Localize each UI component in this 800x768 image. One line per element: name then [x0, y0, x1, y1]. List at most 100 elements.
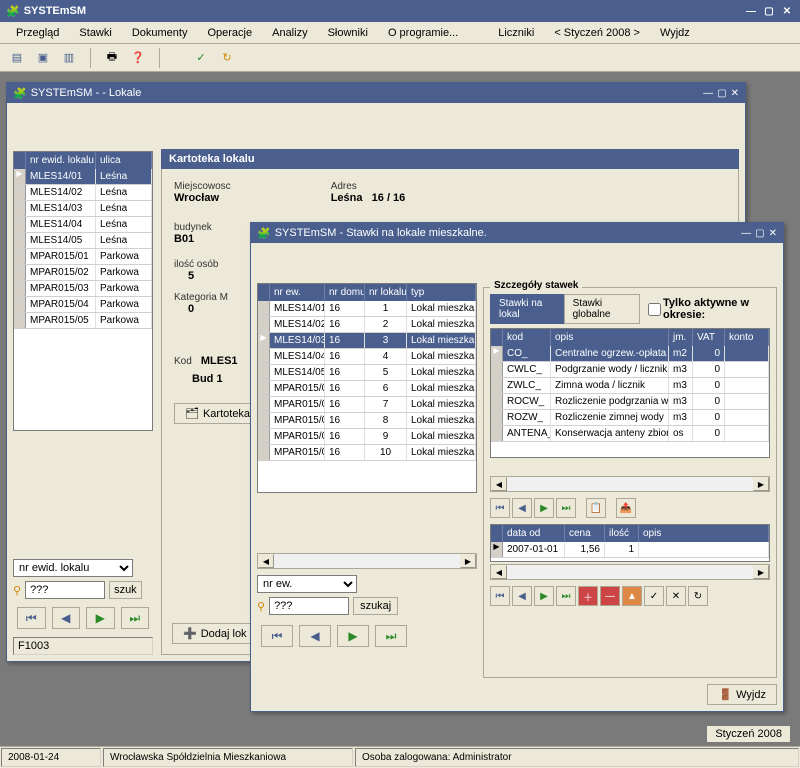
search-input-2[interactable] [269, 597, 349, 615]
table-row[interactable]: MPAR015/05Parkowa [14, 313, 152, 329]
stawki-lokale-grid[interactable]: nr ew. nr domu nr lokalu typ MLES14/0116… [257, 283, 477, 493]
export-icon[interactable]: 📤 [616, 498, 636, 518]
col-opis[interactable]: opis [551, 329, 669, 346]
add-icon[interactable]: ＋ [578, 586, 598, 606]
table-row[interactable]: MLES14/02162Lokal mieszkaniow [258, 317, 476, 333]
nav-last-icon[interactable]: ⏭ [556, 498, 576, 518]
scroll-right-icon[interactable]: ▶ [753, 477, 769, 491]
nav-prev-icon[interactable]: ◀ [299, 625, 331, 647]
table-row[interactable]: MPAR015/03Parkowa [14, 281, 152, 297]
table-row[interactable]: MPAR015/04Parkowa [14, 297, 152, 313]
table-row[interactable]: MLES14/05Leśna [14, 233, 152, 249]
h-scrollbar[interactable]: ◀ ▶ [257, 553, 477, 569]
toolbar-btn-3[interactable]: ▥ [60, 49, 78, 67]
h-scrollbar-2[interactable]: ◀▶ [490, 476, 770, 492]
table-row[interactable]: ROCW_Rozliczenie podgrzania wm30 [491, 394, 769, 410]
tab-stawki-globalne[interactable]: Stawki globalne [564, 294, 640, 324]
stawki-details-grid[interactable]: kod opis jm. VAT konto ▶CO_Centralne ogr… [490, 328, 770, 458]
table-row[interactable]: ANTENA_Konserwacja anteny zbioros0 [491, 426, 769, 442]
nav-first-icon[interactable]: ⏮ [261, 625, 293, 647]
delete-icon[interactable]: — [600, 586, 620, 606]
table-row[interactable]: MPAR015/01Parkowa [14, 249, 152, 265]
col-cena[interactable]: cena [565, 525, 605, 542]
scroll-left-icon[interactable]: ◀ [258, 554, 274, 568]
table-row[interactable]: MLES14/05165Lokal mieszkaniow [258, 365, 476, 381]
table-row[interactable]: ▶MLES14/01Leśna [14, 169, 152, 185]
table-row[interactable]: MLES14/01161Lokal mieszkaniow [258, 301, 476, 317]
nav-prev-icon[interactable]: ◀ [512, 498, 532, 518]
exit-button[interactable]: 🚪 Wyjdz [707, 684, 777, 705]
help-icon[interactable]: ❓ [129, 49, 147, 67]
maximize-icon[interactable]: ▢ [717, 88, 726, 99]
nav-next-icon[interactable]: ▶ [534, 498, 554, 518]
nav-next-icon[interactable]: ▶ [337, 625, 369, 647]
close-icon[interactable]: ✕ [780, 4, 794, 18]
minimize-icon[interactable]: — [744, 4, 758, 18]
table-row[interactable]: MLES14/04164Lokal mieszkaniow [258, 349, 476, 365]
table-row[interactable]: MLES14/04Leśna [14, 217, 152, 233]
nav-prev-icon[interactable]: ◀ [512, 586, 532, 606]
sub-grid[interactable]: data od cena ilość opis ▶2007-01-011,561 [490, 524, 770, 562]
tab-stawki-lokal[interactable]: Stawki na lokal [490, 294, 564, 324]
table-row[interactable]: MPAR015/0166Lokal mieszkaniow [258, 381, 476, 397]
menu-wyjdz[interactable]: Wyjdz [650, 25, 700, 41]
toolbar-btn-2[interactable]: ▣ [34, 49, 52, 67]
table-row[interactable]: MLES14/02Leśna [14, 185, 152, 201]
menu-analizy[interactable]: Analizy [262, 25, 317, 41]
filter-select[interactable]: nr ewid. lokalu [13, 559, 133, 577]
scroll-left-icon[interactable]: ◀ [491, 477, 507, 491]
col-ulica[interactable]: ulica [96, 152, 152, 169]
table-row[interactable]: ▶CO_Centralne ogrzew.-opłatam20 [491, 346, 769, 362]
lokale-grid[interactable]: nr ewid. lokalu ulica ▶MLES14/01LeśnaMLE… [13, 151, 153, 431]
copy-icon[interactable]: 📋 [586, 498, 606, 518]
col-nr-domu[interactable]: nr domu [325, 284, 365, 301]
menu-o-programie[interactable]: O programie... [378, 25, 468, 41]
check-icon[interactable]: ✓ [192, 49, 210, 67]
table-row[interactable]: CWLC_Podgrzanie wody / licznikm30 [491, 362, 769, 378]
menu-period[interactable]: < Styczeń 2008 > [544, 25, 650, 41]
scroll-right-icon[interactable]: ▶ [753, 565, 769, 579]
table-row[interactable]: MLES14/03Leśna [14, 201, 152, 217]
print-icon[interactable]: 🖶 [103, 49, 121, 67]
window-lokale-titlebar[interactable]: 🧩 SYSTEmSM - - Lokale — ▢ ✕ [7, 83, 745, 103]
table-row[interactable]: MPAR015/0167Lokal mieszkaniow [258, 397, 476, 413]
nav-last-icon[interactable]: ⏭ [556, 586, 576, 606]
kartoteka-button[interactable]: 🗂 Kartoteka [174, 403, 261, 424]
menu-przeglad[interactable]: Przegląd [6, 25, 69, 41]
checkbox-aktywne[interactable]: Tylko aktywne w okresie: [648, 297, 770, 321]
table-row[interactable]: ▶2007-01-011,561 [491, 542, 769, 558]
search-button[interactable]: szuk [109, 581, 142, 599]
table-row[interactable]: MPAR015/02Parkowa [14, 265, 152, 281]
menu-operacje[interactable]: Operacje [197, 25, 262, 41]
scroll-right-icon[interactable]: ▶ [460, 554, 476, 568]
col-kod[interactable]: kod [503, 329, 551, 346]
col-nr-lokalu[interactable]: nr lokalu [365, 284, 407, 301]
col-ilosc[interactable]: ilość [605, 525, 639, 542]
col-opis2[interactable]: opis [639, 525, 769, 542]
menu-dokumenty[interactable]: Dokumenty [122, 25, 198, 41]
table-row[interactable]: ▶MLES14/03163Lokal mieszkaniow [258, 333, 476, 349]
close-icon[interactable]: ✕ [769, 228, 777, 239]
filter-select-2[interactable]: nr ew. [257, 575, 357, 593]
table-row[interactable]: MPAR015/0169Lokal mieszkaniow [258, 429, 476, 445]
menu-liczniki[interactable]: Liczniki [488, 25, 544, 41]
nav-next-icon[interactable]: ▶ [534, 586, 554, 606]
menu-slowniki[interactable]: Słowniki [318, 25, 378, 41]
maximize-icon[interactable]: ▢ [762, 4, 776, 18]
dodaj-lokal-button[interactable]: ➕ Dodaj lok [172, 623, 258, 644]
col-typ[interactable]: typ [407, 284, 476, 301]
nav-next-icon[interactable]: ▶ [86, 607, 115, 629]
nav-first-icon[interactable]: ⏮ [17, 607, 46, 629]
maximize-icon[interactable]: ▢ [755, 228, 764, 239]
refresh-icon[interactable]: ↻ [688, 586, 708, 606]
nav-first-icon[interactable]: ⏮ [490, 586, 510, 606]
edit-icon[interactable]: ▲ [622, 586, 642, 606]
table-row[interactable]: ROZW_Rozliczenie zimnej wodym30 [491, 410, 769, 426]
search-button-2[interactable]: szukaj [353, 597, 398, 615]
nav-first-icon[interactable]: ⏮ [490, 498, 510, 518]
nav-prev-icon[interactable]: ◀ [52, 607, 81, 629]
minimize-icon[interactable]: — [703, 88, 713, 99]
search-input[interactable] [25, 581, 105, 599]
table-row[interactable]: MPAR015/01610Lokal mieszkaniow [258, 445, 476, 461]
h-scrollbar-3[interactable]: ◀▶ [490, 564, 770, 580]
